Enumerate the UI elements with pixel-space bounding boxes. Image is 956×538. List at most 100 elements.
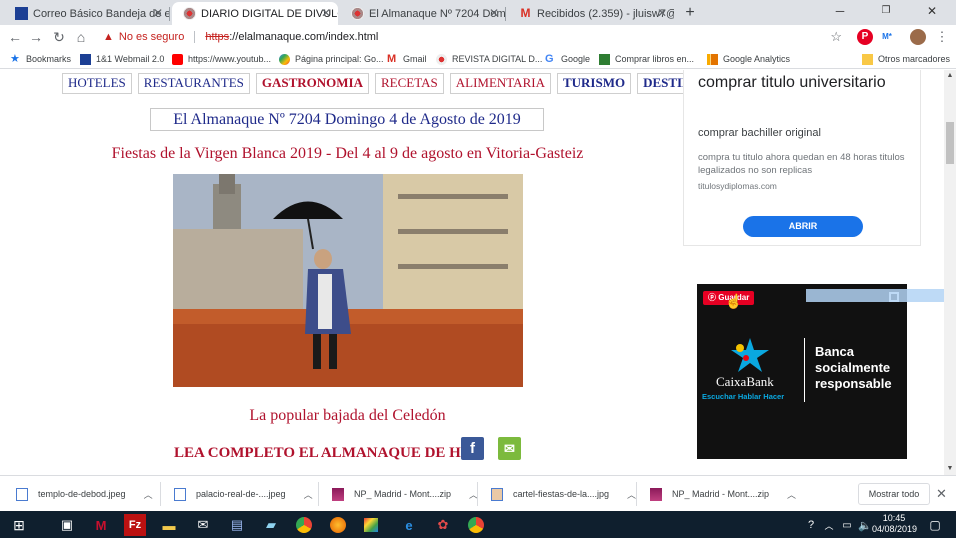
ad-open-button[interactable]: ABRIR <box>743 216 863 237</box>
mail-icon[interactable]: ✉ <box>192 514 214 536</box>
folder-icon <box>862 53 873 65</box>
pinterest-extension-icon[interactable]: P <box>857 29 873 45</box>
ad-description: compra tu titulo ahora quedan en 48 hora… <box>698 152 905 176</box>
notifications-icon[interactable]: ▢ <box>924 514 946 536</box>
bookmark-item[interactable]: G Google <box>545 52 590 66</box>
scroll-thumb[interactable] <box>946 122 954 164</box>
forward-button[interactable]: → <box>27 28 45 46</box>
hero-image[interactable] <box>173 174 523 387</box>
browser-toolbar: ← → ↻ ⌂ ▲ No es seguro https://elalmanaq… <box>0 25 956 49</box>
nav-turismo[interactable]: TURISMO <box>556 73 632 94</box>
tab-diario-digital[interactable]: DIARIO DIGITAL DE DIVULGACIÓ ✕ <box>172 2 338 25</box>
close-icon[interactable]: ✕ <box>657 6 667 20</box>
nav-gastronomia[interactable]: GASTRONOMIA <box>255 73 369 94</box>
bookmark-label: Comprar libros en... <box>615 54 695 64</box>
ad-slogan: Banca socialmente responsable <box>815 344 892 391</box>
bookmark-item[interactable]: Google Analytics <box>707 52 790 66</box>
nav-alimentaria[interactable]: ALIMENTARIA <box>449 73 551 94</box>
url-text: ://elalmanaque.com/index.html <box>229 31 379 43</box>
minimize-button[interactable]: ─ <box>817 0 863 22</box>
brand-tagline: Escuchar Hablar Hacer <box>702 392 785 401</box>
bookmark-item[interactable]: 1&1 Webmail 2.0 <box>80 52 164 66</box>
facebook-share-icon[interactable]: f <box>461 437 484 460</box>
email-share-icon[interactable]: ✉ <box>498 437 521 460</box>
caixabank-ad[interactable]: ⓟ Guardar CaixaBank Escuchar Hablar Hace… <box>697 284 907 459</box>
bookmark-item[interactable]: M Gmail <box>387 52 427 66</box>
bookmark-label: Bookmarks <box>26 54 72 64</box>
store-icon[interactable]: ▣ <box>56 514 78 536</box>
archive-file-icon <box>650 487 662 501</box>
new-tab-button[interactable]: + <box>681 4 699 22</box>
vertical-scrollbar[interactable]: ▲ ▼ <box>944 70 956 475</box>
books-icon <box>599 53 610 65</box>
url-scheme: https <box>205 31 230 43</box>
app-icon[interactable]: ▤ <box>226 514 248 536</box>
download-item[interactable]: palacio-real-de-....jpeg ︿ <box>174 484 313 504</box>
tab-title: DIARIO DIGITAL DE DIVULGACIÓ <box>201 7 338 20</box>
youtube-icon <box>172 53 183 65</box>
chevron-up-icon[interactable]: ︿ <box>627 488 636 501</box>
menu-icon[interactable]: ⋮ <box>934 29 950 45</box>
windows-start-icon[interactable]: ⊞ <box>8 514 30 536</box>
system-clock[interactable]: 10:45 04/08/2019 <box>872 513 917 535</box>
download-item[interactable]: templo-de-debod.jpeg ︿ <box>16 484 153 504</box>
back-button[interactable]: ← <box>6 28 24 46</box>
read-full-link[interactable]: LEA COMPLETO EL ALMANAQUE DE HOY <box>174 445 483 462</box>
bookmark-item[interactable]: Página principal: Go... <box>279 52 384 66</box>
chrome-icon[interactable] <box>468 517 484 533</box>
file-explorer-icon[interactable]: ▬ <box>158 514 180 536</box>
close-icon[interactable]: ✕ <box>489 6 499 20</box>
tab-almanaque[interactable]: El Almanaque Nº 7204 Domingo ✕ <box>340 2 506 25</box>
bookmark-label: https://www.youtub... <box>188 54 272 64</box>
bookmark-star-icon[interactable]: ☆ <box>830 29 842 45</box>
download-separator <box>160 482 161 506</box>
download-item[interactable]: cartel-fiestas-de-la....jpg ︿ <box>491 484 636 504</box>
extension-icon[interactable]: M* <box>879 29 895 45</box>
reload-button[interactable]: ↻ <box>50 28 68 46</box>
bookmark-item[interactable]: https://www.youtub... <box>172 52 271 66</box>
home-button[interactable]: ⌂ <box>72 28 90 46</box>
chevron-up-icon[interactable]: ︿ <box>787 488 796 501</box>
bookmark-item[interactable]: Comprar libros en... <box>599 52 694 66</box>
restore-button[interactable]: ❐ <box>863 0 909 22</box>
close-icon[interactable]: ✕ <box>321 6 331 20</box>
mushroom-icon[interactable]: ✿ <box>432 514 454 536</box>
nav-restaurantes[interactable]: RESTAURANTES <box>137 73 250 94</box>
close-window-button[interactable]: ✕ <box>909 0 955 22</box>
ad-headline[interactable]: comprar titulo universitario <box>698 72 898 93</box>
ad-domain[interactable]: titulosydiplomas.com <box>698 181 777 191</box>
download-item[interactable]: NP_ Madrid - Mont....zip ︿ <box>332 484 478 504</box>
photos-icon[interactable] <box>364 518 378 532</box>
text-ad-card[interactable]: comprar titulo universitario comprar bac… <box>683 70 921 246</box>
show-all-downloads-button[interactable]: Mostrar todo <box>858 483 930 505</box>
scroll-up-icon[interactable]: ▲ <box>945 71 955 81</box>
bookmark-item[interactable]: REVISTA DIGITAL D... <box>436 52 542 66</box>
warning-icon[interactable]: ▲ <box>103 31 114 43</box>
firefox-icon[interactable] <box>330 517 346 533</box>
gmail-icon: M <box>520 6 531 20</box>
divider <box>804 338 805 402</box>
address-bar[interactable]: ▲ No es seguro https://elalmanaque.com/i… <box>95 27 850 47</box>
bookmark-label: REVISTA DIGITAL D... <box>452 54 543 64</box>
bookmark-item[interactable]: ★ Bookmarks <box>10 52 71 66</box>
filezilla-icon[interactable]: Fz <box>124 514 146 536</box>
issue-title: El Almanaque Nº 7204 Domingo 4 de Agosto… <box>150 108 544 131</box>
download-item[interactable]: NP_ Madrid - Mont....zip ︿ <box>650 484 796 504</box>
chevron-up-icon[interactable]: ︿ <box>144 488 153 501</box>
nav-hoteles[interactable]: HOTELES <box>62 73 132 94</box>
nav-recetas[interactable]: RECETAS <box>374 73 444 94</box>
tab-gmail[interactable]: M Recibidos (2.359) - jluisw7@gma ✕ <box>508 2 675 25</box>
close-icon[interactable]: ✕ <box>153 6 163 20</box>
other-bookmarks[interactable]: Otros marcadores <box>862 52 950 66</box>
edge-icon[interactable]: e <box>398 514 420 536</box>
notes-icon[interactable]: ▰ <box>260 514 282 536</box>
close-icon[interactable]: ✕ <box>936 486 947 502</box>
scroll-down-icon[interactable]: ▼ <box>945 464 955 474</box>
ad-subhead[interactable]: comprar bachiller original <box>698 127 821 139</box>
chevron-up-icon[interactable]: ︿ <box>304 488 313 501</box>
mcafee-icon[interactable]: M <box>90 514 112 536</box>
security-label[interactable]: No es seguro <box>119 31 184 43</box>
tab-correo[interactable]: Correo Básico Bandeja de entrad ✕ <box>4 2 170 25</box>
profile-avatar[interactable] <box>910 29 926 45</box>
chrome-icon[interactable] <box>296 517 312 533</box>
